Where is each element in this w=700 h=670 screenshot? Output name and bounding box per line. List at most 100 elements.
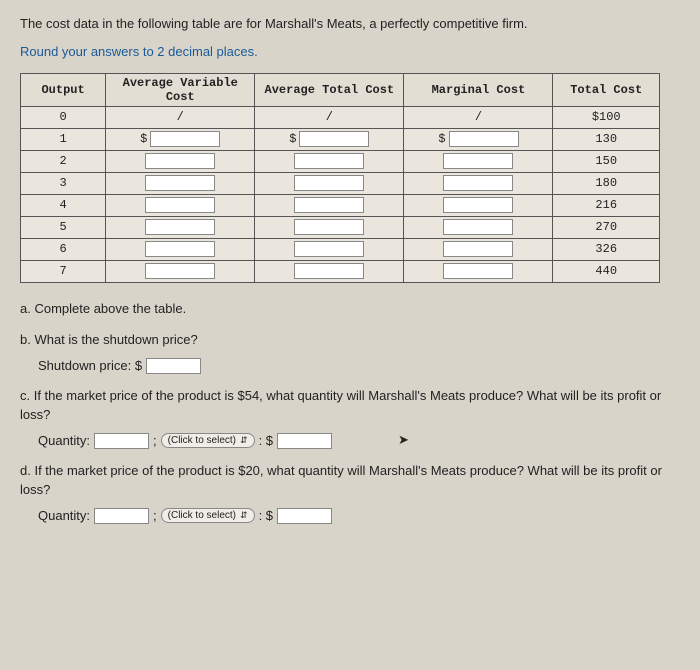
mc-cell: [404, 216, 553, 238]
output-cell: 2: [21, 150, 106, 172]
question-c: c. If the market price of the product is…: [20, 386, 680, 425]
table-row: 6 326: [21, 238, 660, 260]
avc-input-row-4[interactable]: [145, 197, 215, 213]
atc-input-row-3[interactable]: [294, 175, 364, 191]
header-avc: Average Variable Cost: [106, 73, 255, 106]
atc-cell: /: [255, 106, 404, 128]
atc-cell: [255, 194, 404, 216]
avc-input-row-1[interactable]: [150, 131, 220, 147]
semicolon-d: ;: [153, 508, 157, 523]
quantity-c-input[interactable]: [94, 433, 149, 449]
mc-cell: [404, 260, 553, 282]
total-cost-cell: 150: [553, 150, 660, 172]
mc-input-row-4[interactable]: [443, 197, 513, 213]
colon-dollar-d: : $: [259, 508, 273, 523]
output-cell: 4: [21, 194, 106, 216]
avc-cell: /: [106, 106, 255, 128]
total-cost-cell: 440: [553, 260, 660, 282]
dollar-sign: $: [140, 132, 147, 146]
select-label-c: (Click to select): [168, 435, 236, 446]
avc-cell: [106, 260, 255, 282]
avc-cell: [106, 150, 255, 172]
output-cell: 3: [21, 172, 106, 194]
mc-cell: [404, 238, 553, 260]
semicolon-c: ;: [153, 433, 157, 448]
avc-input-row-2[interactable]: [145, 153, 215, 169]
total-cost-cell: $100: [553, 106, 660, 128]
question-b: b. What is the shutdown price?: [20, 330, 680, 350]
profit-d-input[interactable]: [277, 508, 332, 524]
atc-cell: [255, 260, 404, 282]
output-cell: 1: [21, 128, 106, 150]
mc-input-row-2[interactable]: [443, 153, 513, 169]
atc-input-row-6[interactable]: [294, 241, 364, 257]
dollar-sign: $: [438, 132, 445, 146]
chevron-updown-icon: ⇵: [240, 510, 248, 521]
mc-cell: [404, 172, 553, 194]
total-cost-cell: 326: [553, 238, 660, 260]
profit-loss-select-c[interactable]: (Click to select) ⇵: [161, 433, 255, 448]
atc-cell: [255, 172, 404, 194]
output-cell: 5: [21, 216, 106, 238]
dollar-sign: $: [289, 132, 296, 146]
quantity-d-input[interactable]: [94, 508, 149, 524]
output-cell: 0: [21, 106, 106, 128]
atc-cell: $: [255, 128, 404, 150]
shutdown-price-label: Shutdown price: $: [38, 358, 142, 373]
atc-cell: [255, 150, 404, 172]
avc-cell: [106, 216, 255, 238]
cost-table: Output Average Variable Cost Average Tot…: [20, 73, 660, 283]
avc-cell: [106, 172, 255, 194]
problem-intro: The cost data in the following table are…: [20, 14, 680, 34]
table-row: 0///$100: [21, 106, 660, 128]
atc-input-row-4[interactable]: [294, 197, 364, 213]
profit-loss-select-d[interactable]: (Click to select) ⇵: [161, 508, 255, 523]
avc-cell: [106, 194, 255, 216]
total-cost-cell: 216: [553, 194, 660, 216]
output-cell: 6: [21, 238, 106, 260]
avc-cell: [106, 238, 255, 260]
quantity-label-d: Quantity:: [38, 508, 90, 523]
output-cell: 7: [21, 260, 106, 282]
table-row: 7 440: [21, 260, 660, 282]
mc-input-row-3[interactable]: [443, 175, 513, 191]
mc-input-row-6[interactable]: [443, 241, 513, 257]
rounding-instruction: Round your answers to 2 decimal places.: [20, 44, 680, 59]
table-row: 4 216: [21, 194, 660, 216]
atc-input-row-5[interactable]: [294, 219, 364, 235]
chevron-updown-icon: ⇵: [240, 435, 248, 446]
avc-input-row-3[interactable]: [145, 175, 215, 191]
atc-input-row-1[interactable]: [299, 131, 369, 147]
mc-input-row-5[interactable]: [443, 219, 513, 235]
table-row: 1 $ $ $130: [21, 128, 660, 150]
avc-cell: $: [106, 128, 255, 150]
mc-input-row-7[interactable]: [443, 263, 513, 279]
colon-dollar-c: : $: [259, 433, 273, 448]
quantity-label-c: Quantity:: [38, 433, 90, 448]
atc-cell: [255, 216, 404, 238]
total-cost-cell: 270: [553, 216, 660, 238]
avc-input-row-5[interactable]: [145, 219, 215, 235]
select-label-d: (Click to select): [168, 510, 236, 521]
mc-cell: [404, 194, 553, 216]
mc-input-row-1[interactable]: [449, 131, 519, 147]
avc-input-row-7[interactable]: [145, 263, 215, 279]
table-row: 3 180: [21, 172, 660, 194]
atc-cell: [255, 238, 404, 260]
total-cost-cell: 130: [553, 128, 660, 150]
question-d: d. If the market price of the product is…: [20, 461, 680, 500]
shutdown-price-input[interactable]: [146, 358, 201, 374]
mc-cell: [404, 150, 553, 172]
table-row: 5 270: [21, 216, 660, 238]
total-cost-cell: 180: [553, 172, 660, 194]
profit-c-input[interactable]: [277, 433, 332, 449]
atc-input-row-7[interactable]: [294, 263, 364, 279]
avc-input-row-6[interactable]: [145, 241, 215, 257]
header-output: Output: [21, 73, 106, 106]
header-tc: Total Cost: [553, 73, 660, 106]
header-atc: Average Total Cost: [255, 73, 404, 106]
table-row: 2 150: [21, 150, 660, 172]
atc-input-row-2[interactable]: [294, 153, 364, 169]
question-a: a. Complete above the table.: [20, 299, 680, 319]
mc-cell: /: [404, 106, 553, 128]
